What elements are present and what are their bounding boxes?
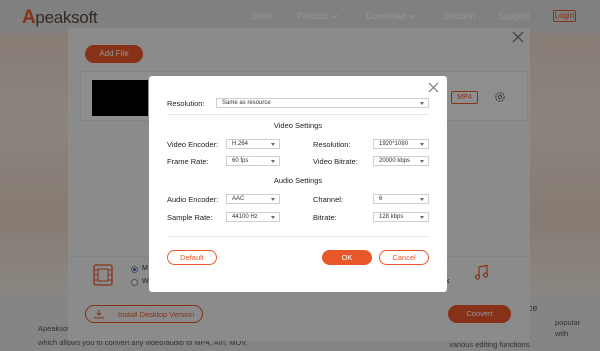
channel-label: Channel: xyxy=(313,195,344,204)
audio-bitrate-label: Bitrate: xyxy=(313,213,337,222)
audio-bitrate-select[interactable]: 128 kbps xyxy=(373,212,429,222)
video-bitrate-select[interactable]: 20000 kbps xyxy=(373,156,429,166)
video-resolution-label: Resolution: xyxy=(313,140,351,149)
frame-rate-select[interactable]: 60 fps xyxy=(226,156,280,166)
sample-rate-label: Sample Rate: xyxy=(167,213,213,222)
channel-select[interactable]: 6 xyxy=(373,194,429,204)
divider xyxy=(167,236,429,237)
resolution-select[interactable]: Same as resource xyxy=(216,98,429,108)
divider xyxy=(167,114,429,115)
ok-button[interactable]: OK xyxy=(322,250,372,265)
video-resolution-select[interactable]: 1920*1080 xyxy=(373,139,429,149)
default-button[interactable]: Default xyxy=(167,250,217,265)
video-settings-title: Video Settings xyxy=(273,121,323,130)
audio-settings-title: Audio Settings xyxy=(273,176,323,185)
sample-rate-select[interactable]: 44100 Hz xyxy=(226,212,280,222)
frame-rate-label: Frame Rate: xyxy=(167,157,209,166)
video-encoder-select[interactable]: H.264 xyxy=(226,139,280,149)
audio-encoder-label: Audio Encoder: xyxy=(167,195,219,204)
resolution-label: Resolution: xyxy=(167,99,205,108)
settings-dialog: Resolution: Same as resource Video Setti… xyxy=(149,76,447,292)
video-bitrate-label: Video Bitrate: xyxy=(313,157,358,166)
cancel-button[interactable]: Cancel xyxy=(379,250,429,265)
close-icon[interactable] xyxy=(428,82,439,93)
audio-encoder-select[interactable]: AAC xyxy=(226,194,280,204)
video-encoder-label: Video Encoder: xyxy=(167,140,219,149)
